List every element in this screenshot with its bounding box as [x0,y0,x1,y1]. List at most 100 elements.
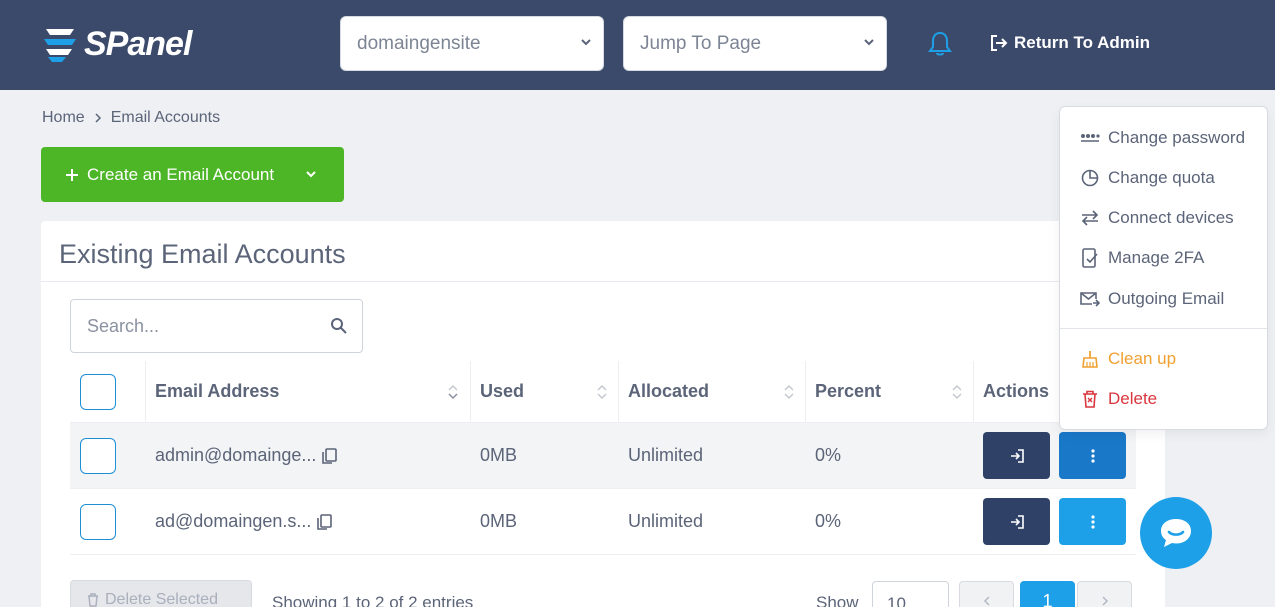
live-chat-button[interactable] [1140,497,1212,569]
actions-dropdown-menu: Change password Change quota Connect dev… [1059,106,1268,430]
header-actions: Actions [983,381,1050,401]
table-row: ad@domaingen.s... 0MB Unlimited 0% [70,489,1136,555]
login-icon [1010,448,1024,463]
menu-item-delete[interactable]: Delete [1080,387,1157,411]
bell-icon[interactable] [928,31,952,57]
breadcrumb-home[interactable]: Home [42,109,85,127]
menu-item-label: Delete [1108,389,1158,408]
menu-item-label: Clean up [1108,349,1177,368]
search-icon [331,318,347,334]
copy-icon[interactable] [320,447,338,465]
delete-selected-button[interactable]: Delete Selected [70,580,252,607]
percent-cell: 0% [815,445,842,465]
email-cell: ad@domaingen.s... [155,489,333,554]
more-vertical-icon [1090,514,1095,529]
row-checkbox[interactable] [80,503,116,540]
return-to-admin-link[interactable]: Return To Admin [990,33,1150,53]
used-cell: 0MB [480,511,518,531]
next-page-button[interactable] [1077,581,1132,607]
select-all-checkbox-cell [80,361,116,422]
more-actions-button[interactable] [1059,498,1126,545]
chevron-left-icon [983,596,990,606]
email-cell: admin@domainge... [155,423,338,488]
chevron-down-icon [306,171,316,178]
jump-to-page-select[interactable]: Jump To Page [623,16,887,71]
mail-send-icon [1080,289,1100,309]
logo-icon [44,29,76,62]
search-placeholder: Search... [87,315,160,336]
search-input[interactable]: Search... [70,299,363,353]
broom-icon [1080,349,1100,369]
page-1-button[interactable]: 1 [1020,581,1075,607]
sort-icon[interactable] [447,383,459,401]
menu-item-label: Manage 2FA [1108,248,1205,267]
page-length-select[interactable]: 10 [872,581,949,607]
row-checkbox[interactable] [80,437,116,474]
show-label: Show [816,593,859,607]
login-button[interactable] [983,432,1050,479]
password-icon [1080,128,1100,148]
menu-item-label: Change quota [1108,168,1215,187]
menu-item-connect-devices[interactable]: Connect devices [1080,206,1234,230]
more-actions-button[interactable] [1059,432,1126,479]
row-checkbox-cell [80,489,116,554]
column-separator [805,361,806,423]
return-label: Return To Admin [1014,33,1150,52]
breadcrumb: Home Email Accounts [42,109,220,127]
table-header-row: Email Address Used Allocated Percent Act… [70,361,1136,423]
breadcrumb-current: Email Accounts [110,109,221,126]
chevron-down-icon [581,39,591,46]
select-all-checkbox[interactable] [80,373,116,410]
login-icon [1010,514,1024,529]
chevron-down-icon [864,39,874,46]
logout-icon [991,35,1008,51]
email-address: admin@domainge... [155,445,317,465]
card-title: Existing Email Accounts [59,239,346,269]
header-percent[interactable]: Percent [815,361,881,422]
menu-item-change-password[interactable]: Change password [1080,126,1245,150]
document-check-icon [1080,248,1100,268]
sort-icon[interactable] [596,383,608,401]
used-cell: 0MB [480,445,518,465]
table-row: admin@domainge... 0MB Unlimited 0% [70,423,1136,489]
logo-text: SPanel [84,24,192,63]
create-button-label: Create an Email Account [87,164,275,184]
menu-item-outgoing-email[interactable]: Outgoing Email [1080,287,1224,311]
trash-icon [88,593,98,607]
more-vertical-icon [1090,448,1095,463]
previous-page-button[interactable] [959,581,1014,607]
allocated-cell: Unlimited [628,511,704,531]
chevron-right-icon [95,113,101,123]
email-address: ad@domaingen.s... [155,511,312,531]
delete-selected-label: Delete Selected [105,591,218,607]
create-email-account-button[interactable]: Create an Email Account [41,147,344,202]
pie-chart-icon [1080,168,1100,188]
divider [41,281,1165,282]
chevron-right-icon [1101,596,1108,606]
header-used[interactable]: Used [480,361,524,422]
menu-divider [1060,328,1267,329]
domain-select[interactable]: domaingensite [340,16,604,71]
column-separator [470,361,471,423]
login-button[interactable] [983,498,1050,545]
menu-item-change-quota[interactable]: Change quota [1080,166,1215,190]
menu-item-manage-2fa[interactable]: Manage 2FA [1080,246,1204,270]
header-allocated[interactable]: Allocated [628,361,709,422]
sort-icon[interactable] [783,383,795,401]
plus-icon [66,168,78,181]
header-email[interactable]: Email Address [155,361,279,422]
domain-select-value: domaingensite [357,32,481,54]
percent-cell: 0% [815,511,842,531]
column-separator [973,361,974,423]
menu-item-label: Change password [1108,128,1246,147]
menu-item-label: Outgoing Email [1108,289,1225,308]
page-length-value: 10 [887,594,906,607]
sort-icon[interactable] [951,383,963,401]
copy-icon[interactable] [315,513,333,531]
email-table: Email Address Used Allocated Percent Act… [70,361,1136,555]
email-accounts-card: Existing Email Accounts Search... Email … [41,221,1165,607]
spanel-logo[interactable]: SPanel [40,22,192,66]
jump-select-value: Jump To Page [640,32,762,54]
menu-item-clean-up[interactable]: Clean up [1080,347,1176,371]
top-bar: SPanel domaingensite Jump To Page Return… [0,0,1275,90]
